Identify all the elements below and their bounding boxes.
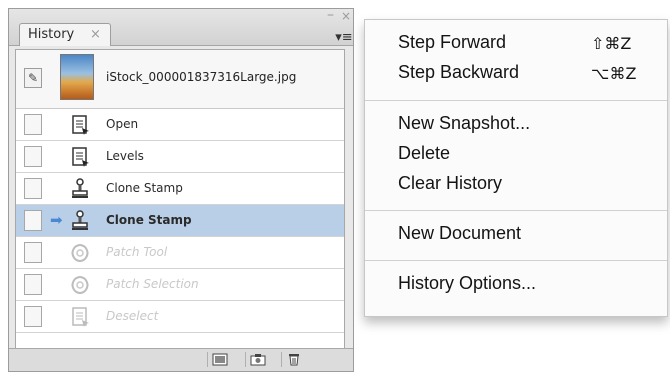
patch-icon — [69, 274, 91, 296]
history-source-box[interactable] — [24, 274, 42, 295]
snapshot-filename: iStock_000001837316Large.jpg — [106, 70, 297, 84]
history-source-box[interactable] — [24, 210, 42, 231]
clone-stamp-icon — [69, 178, 91, 200]
history-step-row[interactable]: Deselect — [16, 301, 344, 333]
history-step-row-current[interactable]: ➡ Clone Stamp — [16, 205, 344, 237]
step-label: Levels — [106, 149, 144, 163]
history-panel: History × – × ▾≡ ✎ iStock_000001837316La… — [8, 7, 354, 372]
tab-close-icon[interactable]: × — [90, 27, 101, 42]
document-icon — [69, 306, 91, 328]
history-step-row[interactable]: Levels — [16, 141, 344, 173]
step-label: Deselect — [106, 309, 159, 323]
document-icon — [69, 114, 91, 136]
document-icon — [69, 146, 91, 168]
step-label: Open — [106, 117, 139, 131]
minimize-icon[interactable]: – — [327, 7, 334, 23]
step-label: Clone Stamp — [106, 213, 192, 227]
snapshot-thumbnail — [60, 54, 94, 100]
history-list: ✎ iStock_000001837316Large.jpg Open Leve… — [15, 49, 345, 352]
menu-item-new-snapshot[interactable]: New Snapshot... — [398, 113, 530, 134]
history-source-box[interactable] — [24, 114, 42, 135]
menu-item-new-document[interactable]: New Document — [398, 223, 521, 244]
step-label: Patch Selection — [106, 277, 199, 291]
step-label: Clone Stamp — [106, 181, 183, 195]
history-step-row[interactable]: Clone Stamp — [16, 173, 344, 205]
patch-icon — [69, 242, 91, 264]
history-flyout-menu: Step Forward ⇧⌘Z Step Backward ⌥⌘Z New S… — [364, 19, 668, 317]
history-step-row[interactable]: Open — [16, 109, 344, 141]
menu-item-clear-history[interactable]: Clear History — [398, 173, 502, 194]
snapshot-source-box[interactable]: ✎ — [24, 68, 42, 88]
history-source-box[interactable] — [24, 146, 42, 167]
panel-footer — [9, 348, 353, 371]
tab-history-label: History — [28, 27, 75, 42]
shortcut-step-backward: ⌥⌘Z — [591, 64, 637, 83]
menu-item-history-options[interactable]: History Options... — [398, 273, 536, 294]
menu-separator — [365, 210, 667, 211]
new-snapshot-icon[interactable] — [245, 352, 268, 367]
trash-icon[interactable] — [281, 352, 304, 367]
close-icon[interactable]: × — [341, 9, 351, 23]
menu-item-step-backward[interactable]: Step Backward — [398, 62, 519, 83]
history-source-box[interactable] — [24, 178, 42, 199]
menu-item-delete[interactable]: Delete — [398, 143, 450, 164]
history-source-box[interactable] — [24, 306, 42, 327]
panel-menu-icon[interactable]: ▾≡ — [335, 31, 353, 45]
new-document-from-state-icon[interactable] — [207, 352, 230, 367]
history-step-row[interactable]: Patch Tool — [16, 237, 344, 269]
history-brush-icon: ✎ — [27, 71, 39, 85]
tab-history[interactable]: History × — [19, 23, 111, 46]
menu-item-step-forward[interactable]: Step Forward — [398, 32, 506, 53]
panel-header: History × – × ▾≡ — [9, 7, 353, 46]
history-state-arrow-icon[interactable]: ➡ — [50, 211, 63, 229]
shortcut-step-forward: ⇧⌘Z — [591, 34, 632, 53]
snapshot-row[interactable]: ✎ iStock_000001837316Large.jpg — [16, 50, 344, 109]
menu-separator — [365, 100, 667, 101]
history-step-row[interactable]: Patch Selection — [16, 269, 344, 301]
menu-separator — [365, 260, 667, 261]
clone-stamp-icon — [69, 210, 91, 232]
history-source-box[interactable] — [24, 242, 42, 263]
step-label: Patch Tool — [106, 245, 168, 259]
